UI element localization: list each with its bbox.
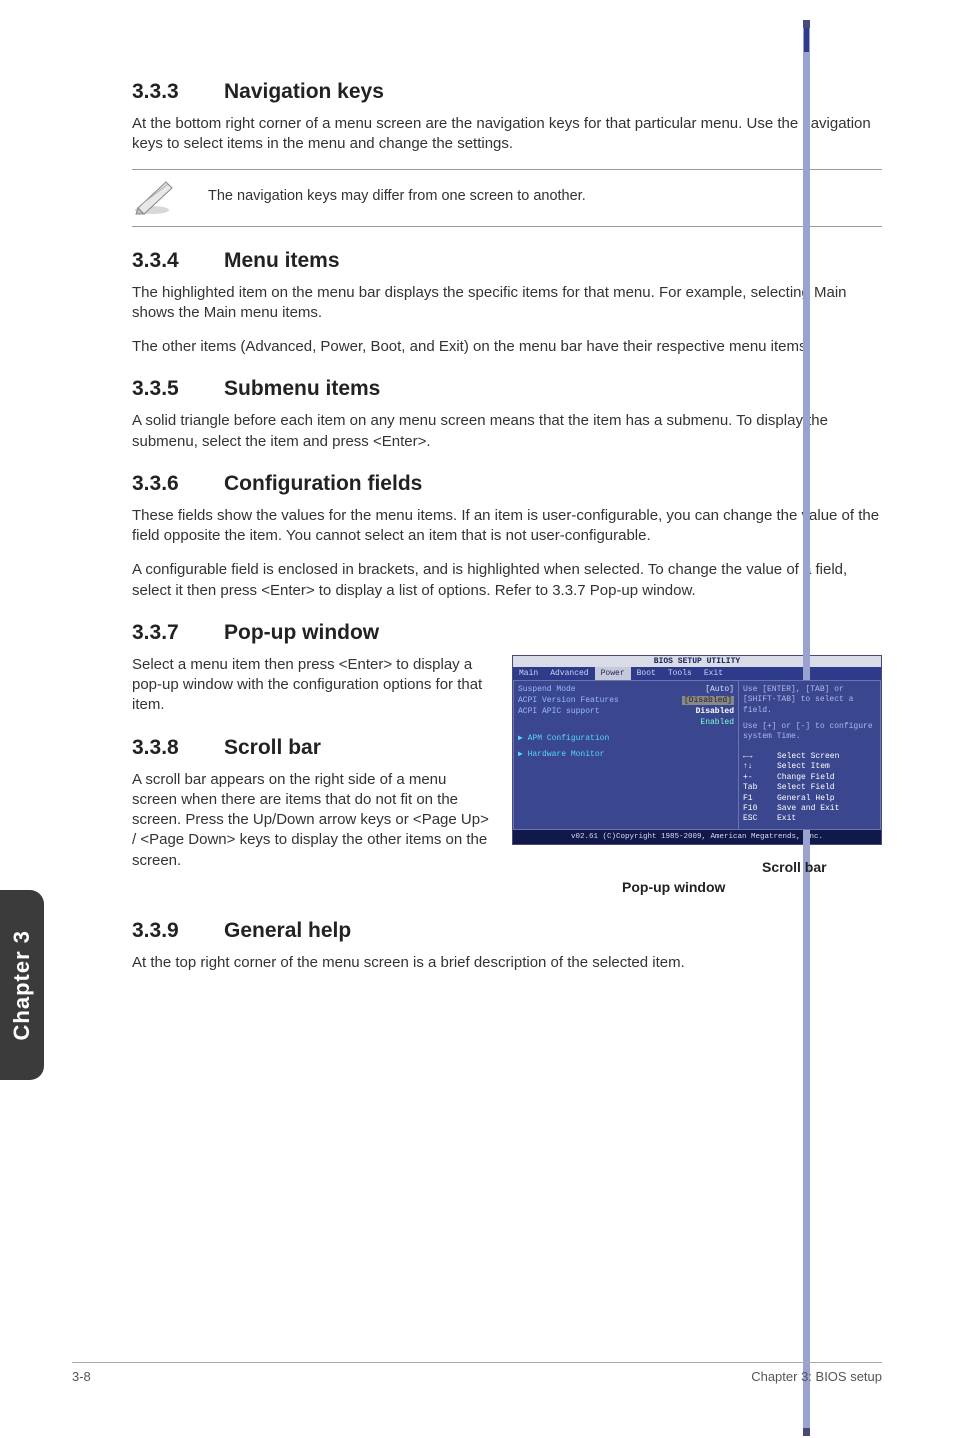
bios-tab-active: Power <box>595 667 631 680</box>
bios-tab: Boot <box>631 667 662 680</box>
para: At the bottom right corner of a menu scr… <box>132 114 882 155</box>
bios-key-desc: Exit <box>777 814 796 824</box>
para: A scroll bar appears on the right side o… <box>132 770 494 871</box>
bios-field-label: ACPI APIC support <box>518 707 600 716</box>
heading-title: Submenu items <box>224 377 380 401</box>
heading-335: 3.3.5 Submenu items <box>132 377 882 401</box>
bios-key: ESC <box>743 814 771 824</box>
heading-num: 3.3.9 <box>132 919 224 943</box>
heading-num: 3.3.7 <box>132 621 224 645</box>
heading-num: 3.3.4 <box>132 249 224 273</box>
heading-title: Scroll bar <box>224 736 321 760</box>
bios-body: Suspend Mode [Auto] ACPI Version Features… <box>513 680 881 830</box>
page-number: 3-8 <box>72 1369 91 1384</box>
chapter-tab-label: Chapter 3 <box>9 930 35 1040</box>
bios-tab: Tools <box>662 667 698 680</box>
heading-title: Navigation keys <box>224 80 384 104</box>
bios-tab: Exit <box>698 667 729 680</box>
heading-title: General help <box>224 919 351 943</box>
bios-key: +- <box>743 773 771 783</box>
page-footer: 3-8 Chapter 3: BIOS setup <box>72 1362 882 1384</box>
chapter-tab: Chapter 3 <box>0 890 44 1080</box>
bios-popup-option: Disabled <box>696 707 734 716</box>
heading-333: 3.3.3 Navigation keys <box>132 80 882 104</box>
pencil-icon <box>132 176 180 216</box>
bios-field-value: [Disabled] <box>682 696 734 705</box>
heading-num: 3.3.8 <box>132 736 224 760</box>
bios-tab: Advanced <box>544 667 594 680</box>
bios-popup-option: Enabled <box>700 718 734 727</box>
callouts: Scroll bar Pop-up window <box>512 845 882 899</box>
bios-key: ↑↓ <box>743 762 771 772</box>
heading-num: 3.3.3 <box>132 80 224 104</box>
heading-title: Menu items <box>224 249 340 273</box>
bios-key-desc: General Help <box>777 794 835 804</box>
heading-title: Configuration fields <box>224 472 422 496</box>
bios-field-label: Suspend Mode <box>518 685 576 694</box>
bios-left-pane: Suspend Mode [Auto] ACPI Version Features… <box>513 680 739 830</box>
note-text: The navigation keys may differ from one … <box>208 188 586 204</box>
heading-336: 3.3.6 Configuration fields <box>132 472 882 496</box>
footer-chapter: Chapter 3: BIOS setup <box>751 1369 882 1384</box>
bios-copyright: v02.61 (C)Copyright 1985-2009, American … <box>513 830 881 844</box>
heading-334: 3.3.4 Menu items <box>132 249 882 273</box>
bios-title: BIOS SETUP UTILITY <box>513 656 881 667</box>
bios-key-desc: Select Field <box>777 783 835 793</box>
para: The highlighted item on the menu bar dis… <box>132 283 882 324</box>
bios-screenshot: BIOS SETUP UTILITY Main Advanced Power B… <box>512 655 882 845</box>
para: A configurable field is enclosed in brac… <box>132 560 882 601</box>
bios-field-value: [Auto] <box>705 685 734 694</box>
bios-menubar: Main Advanced Power Boot Tools Exit <box>513 667 881 680</box>
heading-338: 3.3.8 Scroll bar <box>132 736 494 760</box>
para: Select a menu item then press <Enter> to… <box>132 655 494 716</box>
bios-field-label: ACPI Version Features <box>518 696 619 705</box>
bios-tab: Main <box>513 667 544 680</box>
bios-submenu: Hardware Monitor <box>518 749 734 759</box>
para: A solid triangle before each item on any… <box>132 411 882 452</box>
bios-key: F1 <box>743 794 771 804</box>
bios-key: ←→ <box>743 752 771 762</box>
bios-right-pane: Use [ENTER], [TAB] or [SHIFT-TAB] to sel… <box>739 680 881 830</box>
bios-key-legend: ←→ Select Screen ↑↓ Select Item +- Change F… <box>743 752 876 825</box>
bios-key: Tab <box>743 783 771 793</box>
note-block: The navigation keys may differ from one … <box>132 169 882 227</box>
para: At the top right corner of the menu scre… <box>132 953 882 973</box>
bios-submenu: APM Configuration <box>518 733 734 743</box>
heading-num: 3.3.6 <box>132 472 224 496</box>
bios-key-desc: Select Item <box>777 762 830 772</box>
callout-popup: Pop-up window <box>622 879 725 895</box>
bios-key: F10 <box>743 804 771 814</box>
para: These fields show the values for the men… <box>132 506 882 547</box>
callout-scrollbar: Scroll bar <box>762 859 827 875</box>
para: The other items (Advanced, Power, Boot, … <box>132 337 882 357</box>
bios-help-text: Use [+] or [-] to configure system Time. <box>743 722 876 743</box>
bios-help-text: Use [ENTER], [TAB] or [SHIFT-TAB] to sel… <box>743 685 876 716</box>
bios-key-desc: Change Field <box>777 773 835 783</box>
heading-339: 3.3.9 General help <box>132 919 882 943</box>
bios-key-desc: Select Screen <box>777 752 839 762</box>
bios-key-desc: Save and Exit <box>777 804 839 814</box>
heading-337: 3.3.7 Pop-up window <box>132 621 882 645</box>
heading-num: 3.3.5 <box>132 377 224 401</box>
heading-title: Pop-up window <box>224 621 379 645</box>
